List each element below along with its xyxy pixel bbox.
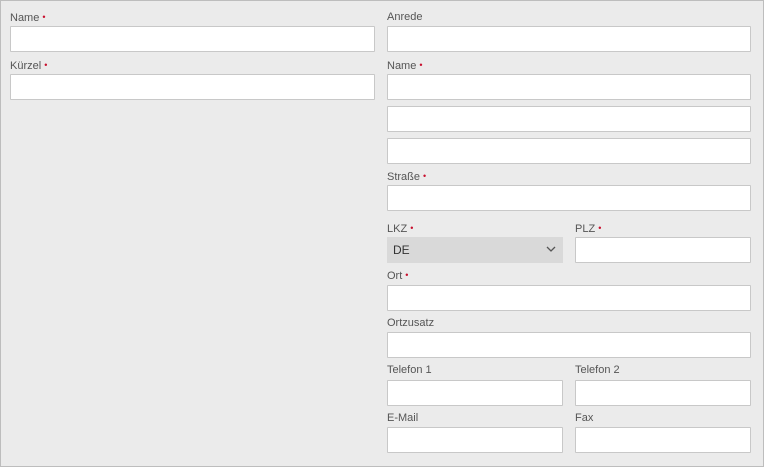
email-label: E-Mail bbox=[387, 412, 418, 425]
contact-name-label-text: Name bbox=[387, 60, 417, 72]
telefon1-label-text: Telefon 1 bbox=[387, 364, 432, 376]
required-marker: • bbox=[598, 223, 602, 233]
required-marker: • bbox=[410, 223, 414, 233]
lkz-select[interactable]: DE bbox=[387, 237, 563, 263]
plz-input[interactable] bbox=[575, 237, 751, 263]
strasse-label-text: Straße bbox=[387, 171, 421, 183]
required-marker: • bbox=[44, 60, 48, 70]
name-input[interactable] bbox=[10, 26, 375, 52]
kuerzel-input[interactable] bbox=[10, 74, 375, 100]
ort-label-text: Ort bbox=[387, 270, 403, 282]
address-form: Name • Kürzel • Anrede Name • Straße • LKZ • … bbox=[0, 0, 764, 467]
telefon2-input[interactable] bbox=[575, 380, 751, 406]
lkz-select-value: DE bbox=[393, 243, 410, 257]
ortzusatz-label-text: Ortzusatz bbox=[387, 317, 435, 329]
email-label-text: E-Mail bbox=[387, 412, 419, 424]
telefon2-label: Telefon 2 bbox=[575, 364, 620, 377]
strasse-label: Straße • bbox=[387, 170, 426, 184]
contact-name-label: Name • bbox=[387, 59, 423, 73]
anrede-input[interactable] bbox=[387, 26, 751, 52]
plz-label-text: PLZ bbox=[575, 223, 596, 235]
chevron-down-icon bbox=[546, 246, 556, 252]
fax-label: Fax bbox=[575, 412, 593, 425]
name-label-text: Name bbox=[10, 12, 40, 24]
telefon2-label-text: Telefon 2 bbox=[575, 364, 620, 376]
ort-label: Ort • bbox=[387, 269, 408, 283]
contact-name-input-3[interactable] bbox=[387, 138, 751, 164]
ortzusatz-label: Ortzusatz bbox=[387, 317, 434, 330]
ort-input[interactable] bbox=[387, 285, 751, 311]
anrede-label-text: Anrede bbox=[387, 11, 423, 23]
plz-label: PLZ • bbox=[575, 222, 601, 236]
strasse-input[interactable] bbox=[387, 185, 751, 211]
telefon1-input[interactable] bbox=[387, 380, 563, 406]
fax-label-text: Fax bbox=[575, 412, 594, 424]
ortzusatz-input[interactable] bbox=[387, 332, 751, 358]
contact-name-input-1[interactable] bbox=[387, 74, 751, 100]
kuerzel-label-text: Kürzel bbox=[10, 60, 42, 72]
email-input[interactable] bbox=[387, 427, 563, 453]
required-marker: • bbox=[423, 171, 427, 181]
required-marker: • bbox=[42, 12, 46, 22]
name-label: Name • bbox=[10, 11, 46, 25]
lkz-label-text: LKZ bbox=[387, 223, 408, 235]
required-marker: • bbox=[419, 60, 423, 70]
required-marker: • bbox=[405, 270, 409, 280]
kuerzel-label: Kürzel • bbox=[10, 59, 47, 73]
fax-input[interactable] bbox=[575, 427, 751, 453]
lkz-label: LKZ • bbox=[387, 222, 413, 236]
telefon1-label: Telefon 1 bbox=[387, 364, 432, 377]
contact-name-input-2[interactable] bbox=[387, 106, 751, 132]
anrede-label: Anrede bbox=[387, 11, 422, 24]
